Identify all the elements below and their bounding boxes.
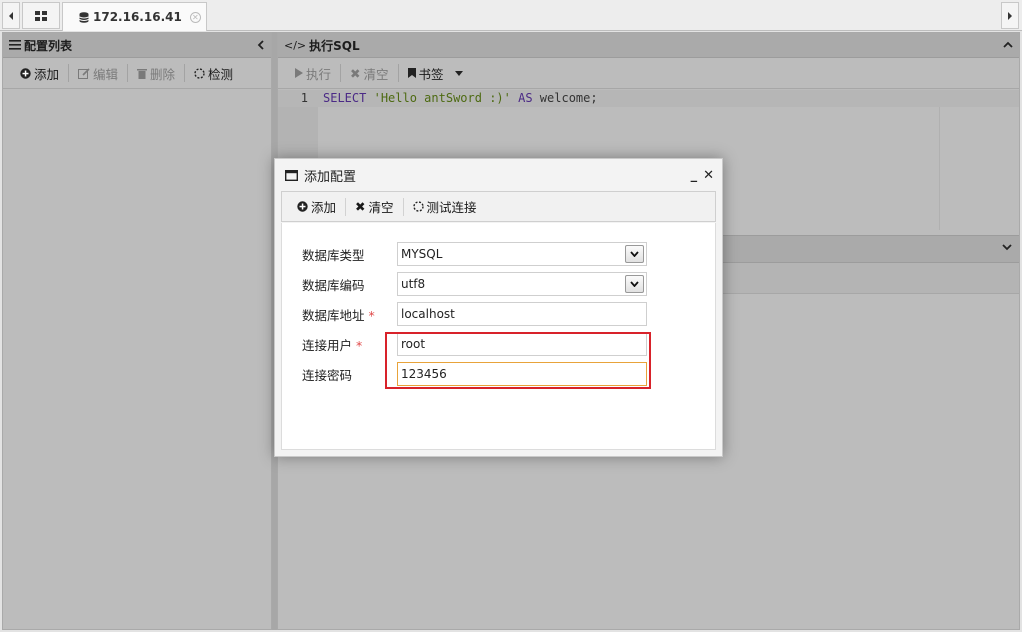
dialog-clear-button[interactable]: ✖ 清空	[346, 197, 403, 217]
top-tab-bar: 172.16.16.41 ✕	[0, 0, 1022, 31]
edit-icon	[78, 67, 90, 79]
dialog-title: 添加配置	[304, 169, 357, 185]
close-button[interactable]: ✕	[703, 168, 714, 183]
sql-alias: welcome;	[539, 91, 598, 105]
sql-keyword: AS	[518, 91, 533, 105]
db-type-label: 数据库类型	[302, 247, 365, 263]
clear-sql-button[interactable]: ✖ 清空	[341, 63, 398, 83]
code-icon: </>	[284, 38, 307, 52]
plus-circle-icon	[20, 67, 31, 79]
line-number: 1	[300, 91, 308, 105]
editor-print-margin	[939, 107, 940, 230]
tab-home-grid[interactable]	[22, 2, 60, 29]
minimize-button[interactable]: _	[691, 168, 698, 183]
config-list-toolbar: 添加 编辑 删除 检测	[3, 58, 271, 89]
collapse-up-icon[interactable]	[1003, 41, 1013, 49]
add-config-button[interactable]: 添加	[11, 63, 68, 83]
select-arrow-icon[interactable]	[625, 245, 644, 263]
tab-database-connection[interactable]: 172.16.16.41 ✕	[62, 2, 207, 31]
chevron-down-icon[interactable]	[1002, 243, 1012, 251]
sql-string: 'Hello antSword :)'	[373, 91, 511, 105]
required-mark: *	[368, 307, 375, 323]
run-sql-button[interactable]: 执行	[286, 63, 340, 83]
caret-left-icon	[9, 11, 13, 20]
caret-down-icon	[454, 70, 463, 76]
sql-keyword: SELECT	[323, 91, 367, 105]
db-host-input[interactable]: localhost	[397, 302, 647, 326]
dialog-titlebar: 添加配置 _ ✕	[275, 159, 722, 191]
tab-scroll-right-button[interactable]	[1001, 2, 1019, 29]
db-encoding-label: 数据库编码	[302, 277, 365, 293]
execute-sql-title: 执行SQL	[309, 38, 360, 53]
spinner-icon	[412, 201, 424, 212]
db-user-label: 连接用户 *	[302, 337, 363, 353]
db-encoding-select[interactable]: utf8	[397, 272, 647, 296]
sql-code-line[interactable]: SELECT 'Hello antSword :)' AS welcome;	[323, 91, 598, 105]
sql-toolbar: 执行 ✖ 清空 书签	[278, 58, 1019, 89]
plus-circle-icon	[297, 201, 308, 212]
execute-sql-header: </> 执行SQL	[278, 33, 1019, 58]
db-type-select[interactable]: MYSQL	[397, 242, 647, 266]
spinner-icon	[194, 67, 205, 79]
bookmark-icon	[407, 68, 416, 78]
config-list-panel: 配置列表 添加 编辑 删除 检测	[2, 32, 272, 630]
annotation-highlight-box	[385, 332, 651, 389]
bookmark-dropdown-button[interactable]: 书签	[399, 63, 472, 83]
tab-close-icon[interactable]: ✕	[189, 11, 201, 23]
database-icon	[79, 11, 89, 23]
play-icon	[295, 68, 303, 78]
dialog-toolbar: 添加 ✖ 清空 测试连接	[281, 191, 716, 222]
x-icon: ✖	[350, 65, 361, 81]
add-config-dialog: 添加配置 _ ✕ 添加 ✖ 清空 测试连接 数据库类型 MYSQL 数据库编码 …	[274, 158, 723, 457]
config-list-title: 配置列表	[24, 38, 73, 53]
form-row-db-encoding: 数据库编码 utf8	[302, 272, 702, 296]
tab-scroll-left-button[interactable]	[2, 2, 20, 29]
form-row-db-type: 数据库类型 MYSQL	[302, 242, 702, 266]
edit-config-button[interactable]: 编辑	[69, 63, 127, 83]
db-host-label: 数据库地址 *	[302, 307, 375, 323]
form-row-db-host: 数据库地址 * localhost	[302, 302, 702, 326]
delete-config-button[interactable]: 删除	[128, 63, 184, 83]
trash-icon	[137, 68, 148, 79]
required-mark: *	[356, 337, 363, 353]
grid-icon	[35, 10, 47, 21]
check-config-button[interactable]: 检测	[185, 63, 242, 83]
collapse-left-icon[interactable]	[257, 40, 265, 50]
list-icon	[9, 40, 21, 50]
select-arrow-icon[interactable]	[625, 275, 644, 293]
x-icon: ✖	[355, 199, 366, 214]
test-connection-button[interactable]: 测试连接	[404, 197, 486, 217]
db-password-label: 连接密码	[302, 367, 353, 383]
config-list-header: 配置列表	[3, 33, 271, 58]
caret-right-icon	[1008, 11, 1012, 20]
dialog-add-button[interactable]: 添加	[288, 197, 345, 217]
tab-label: 172.16.16.41	[93, 10, 182, 24]
window-icon	[285, 169, 298, 181]
